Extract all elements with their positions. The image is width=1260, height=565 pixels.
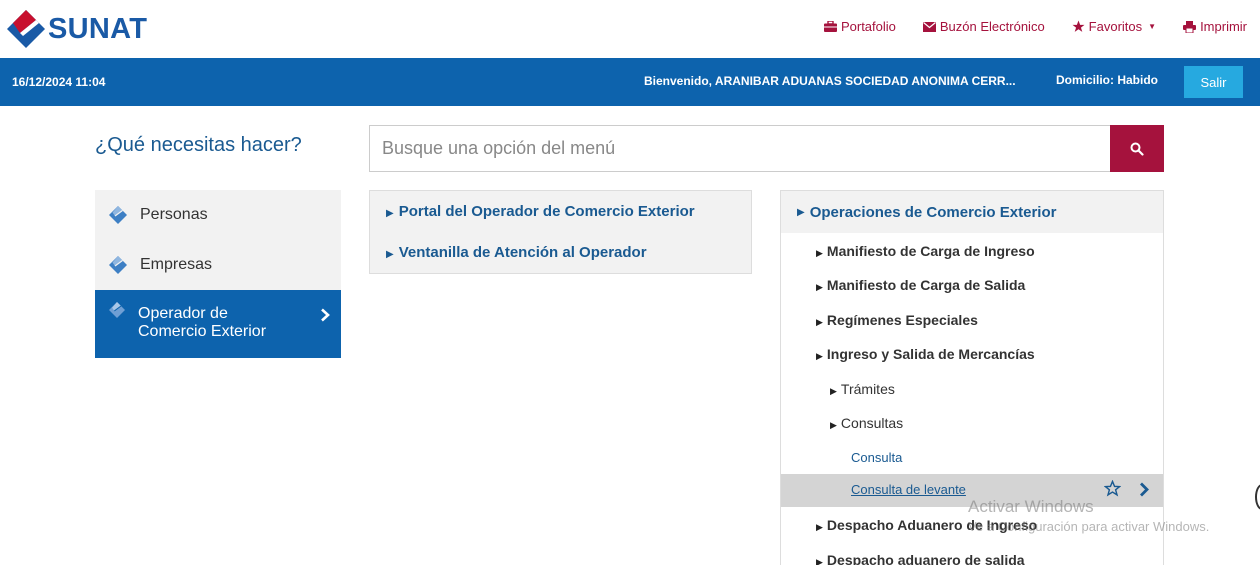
search-box <box>369 125 1164 172</box>
category-panel: ▶ Portal del Operador de Comercio Exterio… <box>369 190 752 274</box>
chevron-right-icon[interactable] <box>1139 482 1149 502</box>
search-button[interactable] <box>1110 125 1164 172</box>
submenu-title-label: Operaciones de Comercio Exterior <box>809 203 1057 221</box>
sunat-diamond-icon <box>109 301 125 319</box>
welcome-text: Bienvenido, ARANIBAR ADUANAS SOCIEDAD AN… <box>644 74 1016 88</box>
triangle-right-icon: ▶ <box>816 248 823 258</box>
menu-link-consulta-levante[interactable]: Consulta de levante <box>851 482 966 497</box>
menu-item-despacho-salida[interactable]: ▶ Despacho aduanero de salida <box>781 552 1163 565</box>
profile-item-label: Empresas <box>140 256 213 273</box>
category-label: Portal del Operador de Comercio Exterior <box>398 203 695 220</box>
triangle-right-icon: ▶ <box>816 557 823 565</box>
sunat-diamond-icon <box>109 256 127 274</box>
menu-item-label: Regímenes Especiales <box>826 312 978 328</box>
menu-item-consultas[interactable]: ▶ Consultas <box>781 415 1163 431</box>
menu-item-manifiesto-ingreso[interactable]: ▶ Manifiesto de Carga de Ingreso <box>781 243 1163 259</box>
triangle-right-icon: ▶ <box>830 386 837 396</box>
menu-item-regimenes-especiales[interactable]: ▶ Regímenes Especiales <box>781 312 1163 328</box>
domicilio-status: Domicilio: Habido <box>1056 73 1158 87</box>
search-icon <box>1130 142 1144 156</box>
nav-favoritos[interactable]: Favoritos ▼ <box>1072 19 1156 34</box>
windows-activation-title: Activar Windows <box>968 497 1094 516</box>
page-title: ¿Qué necesitas hacer? <box>95 134 302 156</box>
menu-item-label: Trámites <box>840 381 895 397</box>
triangle-right-icon: ▶ <box>797 206 805 218</box>
triangle-right-icon: ▶ <box>830 420 837 430</box>
sunat-logo[interactable]: SUNAT <box>6 9 147 49</box>
menu-item-label: Consulta <box>851 450 903 465</box>
category-ventanilla[interactable]: ▶ Ventanilla de Atención al Operador <box>386 244 647 261</box>
menu-item-label: Manifiesto de Carga de Ingreso <box>826 243 1035 259</box>
nav-imprimir-label: Imprimir <box>1200 19 1247 34</box>
search-input[interactable] <box>370 126 1110 171</box>
nav-portafolio[interactable]: Portafolio <box>823 19 896 34</box>
menu-item-label: Ingreso y Salida de Mercancías <box>826 346 1035 362</box>
triangle-right-icon: ▶ <box>816 282 823 292</box>
category-label: Ventanilla de Atención al Operador <box>398 244 647 261</box>
menu-item-label: Consultas <box>840 415 904 431</box>
briefcase-icon <box>823 21 837 32</box>
menu-item-tramites[interactable]: ▶ Trámites <box>781 381 1163 397</box>
session-datetime: 16/12/2024 11:04 <box>12 75 106 89</box>
top-header: SUNAT Portafolio Buzón Electrónico Favor… <box>0 0 1260 58</box>
edge-widget[interactable] <box>1255 484 1260 510</box>
nav-favoritos-label: Favoritos <box>1088 19 1143 34</box>
brand-name: SUNAT <box>48 12 148 45</box>
nav-portafolio-label: Portafolio <box>840 19 896 34</box>
menu-item-label: Despacho aduanero de salida <box>826 552 1025 565</box>
category-portal-operador[interactable]: ▶ Portal del Operador de Comercio Exterio… <box>386 203 695 220</box>
triangle-right-icon: ▶ <box>816 522 823 532</box>
profile-item-label: Personas <box>140 206 208 223</box>
nav-buzon[interactable]: Buzón Electrónico <box>922 19 1045 34</box>
menu-item-manifiesto-salida[interactable]: ▶ Manifiesto de Carga de Salida <box>781 277 1163 293</box>
submenu-title[interactable]: ▶ Operaciones de Comercio Exterior <box>781 191 1163 233</box>
chevron-down-icon: ▼ <box>1148 22 1157 31</box>
nav-imprimir[interactable]: Imprimir <box>1183 19 1247 34</box>
profile-item-personas[interactable]: Personas <box>95 190 341 240</box>
profile-item-empresas[interactable]: Empresas <box>95 240 341 290</box>
menu-link-consulta[interactable]: Consulta <box>781 450 1163 465</box>
top-nav: Portafolio Buzón Electrónico Favoritos ▼… <box>797 19 1247 34</box>
triangle-right-icon: ▶ <box>386 249 394 260</box>
logout-button[interactable]: Salir <box>1184 66 1243 98</box>
chevron-right-icon <box>320 308 330 327</box>
profile-item-label: Operador de Comercio Exterior <box>138 305 267 340</box>
menu-item-ingreso-salida-mercancias[interactable]: ▶ Ingreso y Salida de Mercancías <box>781 346 1163 362</box>
profile-item-operador[interactable]: Operador de Comercio Exterior <box>95 290 341 358</box>
favorite-star-icon[interactable] <box>1103 479 1122 502</box>
profile-menu: Personas Empresas Operador de Comercio E… <box>95 190 341 358</box>
triangle-right-icon: ▶ <box>816 317 823 327</box>
printer-icon <box>1183 20 1197 33</box>
menu-item-label: Manifiesto de Carga de Salida <box>826 277 1026 293</box>
sunat-logo-icon <box>7 10 45 48</box>
sunat-diamond-icon <box>109 206 127 224</box>
info-bar: 16/12/2024 11:04 Bienvenido, ARANIBAR AD… <box>0 58 1260 106</box>
nav-buzon-label: Buzón Electrónico <box>939 19 1045 34</box>
envelope-icon <box>922 21 936 32</box>
windows-activation-text: Ve a Configuración para activar Windows. <box>968 519 1210 534</box>
triangle-right-icon: ▶ <box>816 351 823 361</box>
star-icon <box>1072 20 1085 33</box>
triangle-right-icon: ▶ <box>386 208 394 219</box>
